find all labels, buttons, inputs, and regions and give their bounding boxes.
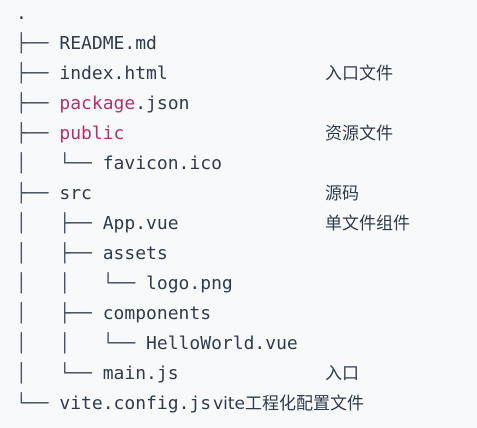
tree-row: ├── package .json [16,89,364,119]
tree-row: ├── index.html 入口文件 [16,59,393,89]
file-name: package [59,93,136,114]
tree-row: │ ├── App.vue 单文件组件 [16,209,410,239]
tree-row: │ │ └── logo.png [16,269,364,299]
tree-row: │ ├── assets [16,239,364,269]
tree-row: │ │ └── HelloWorld.vue [16,329,364,359]
file-tree: . ├── README.md ├── index.html 入口文件 ├── … [16,0,410,419]
root-dot: . [16,3,27,24]
tree-branch: │ ├── [16,303,103,324]
file-name: README.md [59,33,157,54]
tree-branch: ├── [16,33,60,54]
tree-row: ├── src 源码 [16,179,364,209]
tree-branch: │ └── [16,153,103,174]
code-block: . ├── README.md ├── index.html 入口文件 ├── … [0,0,477,428]
file-comment: 单文件组件 [325,214,410,234]
file-name: vite.config.js [59,393,212,414]
file-name: HelloWorld.vue [146,333,298,354]
tree-root: . [16,0,364,29]
file-comment: 源码 [325,184,359,204]
tree-row: │ ├── components [16,299,364,329]
folder-name: public [59,123,125,144]
tree-branch: │ │ └── [16,273,147,294]
tree-row: ├── README.md [16,29,364,59]
tree-branch: │ ├── [16,243,103,264]
tree-branch: │ │ └── [16,333,147,354]
tree-row: │ └── main.js 入口 [16,359,364,389]
tree-row: │ └── favicon.ico [16,149,364,179]
tree-branch: │ └── [16,363,103,384]
file-extension: .json [135,93,190,114]
file-comment: 资源文件 [325,124,393,144]
tree-branch: ├── [16,123,60,144]
file-name: favicon.ico [102,153,222,174]
file-comment: 入口文件 [325,64,393,84]
folder-name: components [102,303,212,324]
file-comment: vite工程化配置文件 [213,394,364,414]
tree-branch: ├── [16,93,60,114]
file-name: main.js [102,363,179,384]
tree-branch: ├── [16,183,60,204]
tree-row: └── vite.config.js vite工程化配置文件 [16,389,364,419]
file-comment: 入口 [325,364,359,384]
tree-branch: ├── [16,63,60,84]
file-name: logo.png [146,273,233,294]
folder-name: src [59,183,92,204]
tree-branch: └── [16,393,60,414]
tree-branch: │ ├── [16,213,103,234]
folder-name: assets [102,243,168,264]
file-name: index.html [59,63,168,84]
file-name: App.vue [102,213,179,234]
tree-row: ├── public 资源文件 [16,119,393,149]
